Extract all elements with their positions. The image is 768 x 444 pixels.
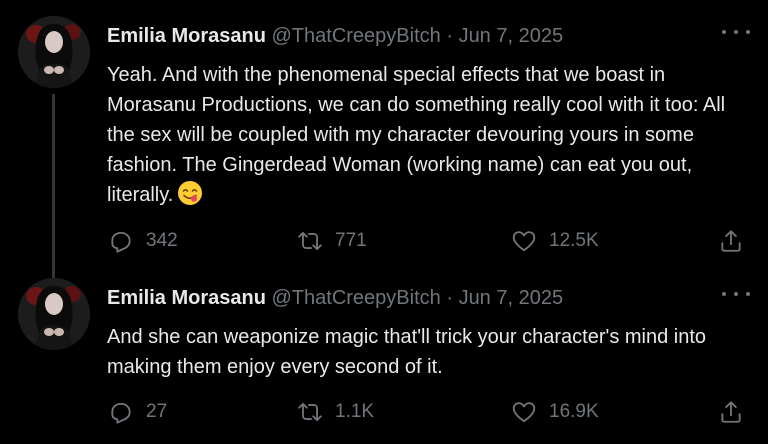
separator-dot: · (446, 287, 453, 309)
tweet-date[interactable]: Jun 7, 2025 (459, 25, 564, 47)
tweet-text: Yeah. And with the phenomenal special ef… (107, 60, 757, 210)
share-button[interactable] (718, 227, 744, 255)
reply-count: 27 (146, 401, 168, 422)
reply-count: 342 (146, 230, 178, 251)
reply-icon (111, 231, 131, 253)
like-count: 12.5K (549, 230, 599, 251)
tweet-1[interactable]: Emilia Morasanu @ThatCreepyBitch · Jun 7… (0, 0, 768, 280)
avatar[interactable] (18, 278, 90, 350)
author-handle[interactable]: @ThatCreepyBitch (272, 287, 441, 309)
tweet-header: Emilia Morasanu @ThatCreepyBitch · Jun 7… (107, 24, 563, 48)
author-handle[interactable]: @ThatCreepyBitch (272, 25, 441, 47)
tweet-actions: 342 771 12.5K (0, 227, 768, 255)
author-name[interactable]: Emilia Morasanu (107, 287, 266, 309)
retweet-icon (298, 231, 322, 251)
retweet-count: 1.1K (335, 401, 375, 422)
tweet-date[interactable]: Jun 7, 2025 (459, 287, 564, 309)
retweet-button[interactable]: 771 (297, 227, 367, 255)
share-icon (721, 401, 741, 423)
heart-icon (512, 402, 536, 423)
avatar[interactable] (18, 16, 90, 88)
like-button[interactable]: 12.5K (511, 227, 599, 255)
reply-icon (111, 402, 131, 424)
reply-button[interactable]: 342 (108, 227, 178, 255)
tweet-text: And she can weaponize magic that'll tric… (107, 322, 757, 382)
tweet-actions: 27 1.1K 16.9K (0, 398, 768, 426)
more-options-icon[interactable] (722, 22, 750, 42)
author-name[interactable]: Emilia Morasanu (107, 25, 266, 47)
like-count: 16.9K (549, 401, 599, 422)
share-icon (721, 230, 741, 252)
retweet-button[interactable]: 1.1K (297, 398, 374, 426)
separator-dot: · (446, 25, 453, 47)
share-button[interactable] (718, 398, 744, 426)
retweet-icon (298, 402, 322, 422)
reply-button[interactable]: 27 (108, 398, 167, 426)
heart-icon (512, 231, 536, 252)
more-options-icon[interactable] (722, 284, 750, 304)
face-savoring-food-icon (177, 180, 203, 206)
tweet-2[interactable]: Emilia Morasanu @ThatCreepyBitch · Jun 7… (0, 270, 768, 444)
retweet-count: 771 (335, 230, 367, 251)
tweet-header: Emilia Morasanu @ThatCreepyBitch · Jun 7… (107, 286, 563, 310)
tweet-text-body: And she can weaponize magic that'll tric… (107, 326, 707, 378)
like-button[interactable]: 16.9K (511, 398, 599, 426)
